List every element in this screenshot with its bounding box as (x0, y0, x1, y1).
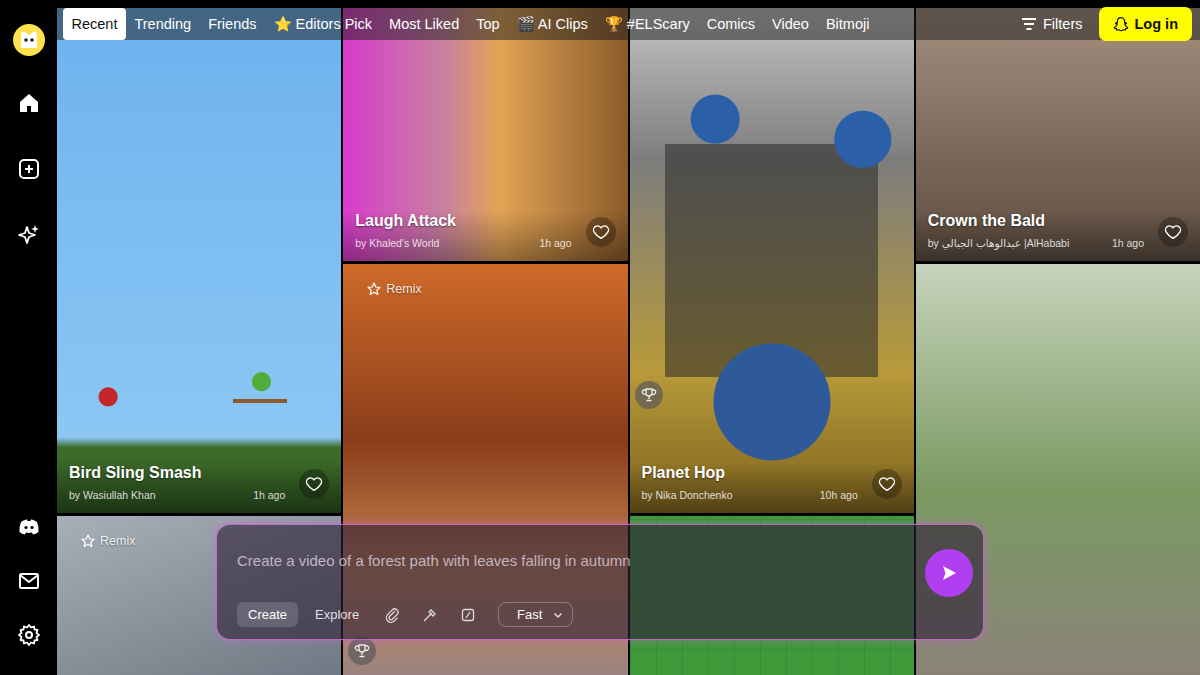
mail-icon[interactable] (17, 569, 41, 593)
tab[interactable]: Video (764, 8, 818, 40)
paperclip-icon[interactable] (376, 603, 408, 627)
card-info: Crown the Bald by عبدالوهاب الجبالي |AlHa… (916, 211, 1200, 261)
remix-label[interactable]: Remix (367, 282, 421, 296)
card-meta: by Khaled's World 1h ago (355, 237, 577, 249)
like-button[interactable] (299, 469, 329, 499)
feed-card[interactable]: Planet Hop by Nika Donchenko 10h ago (630, 8, 914, 513)
brush-icon[interactable] (414, 603, 446, 627)
card-text: Laugh Attack by Khaled's World 1h ago (355, 211, 577, 249)
card-meta: by Wasiullah Khan 1h ago (69, 489, 291, 501)
card-time: 10h ago (820, 489, 858, 501)
remix-text: Remix (100, 534, 135, 548)
star-icon (81, 534, 95, 548)
card-title[interactable]: Planet Hop (642, 463, 864, 483)
speed-label: Fast (517, 607, 542, 622)
tab[interactable]: Recent (63, 8, 126, 40)
mode-button[interactable]: Explore (304, 602, 370, 627)
speed-dropdown[interactable]: Fast (498, 602, 573, 627)
card-title[interactable]: Laugh Attack (355, 211, 577, 231)
mode-button[interactable]: Create (237, 602, 298, 627)
card-time: 1h ago (253, 489, 285, 501)
card-author[interactable]: by Nika Donchenko (642, 489, 733, 501)
trophy-badge (348, 637, 376, 665)
discord-icon[interactable] (17, 515, 41, 539)
remix-label[interactable]: Remix (81, 534, 135, 548)
card-meta: by عبدالوهاب الجبالي |AlHababi 1h ago (928, 237, 1150, 249)
tab[interactable]: Most Liked (381, 8, 468, 40)
tab[interactable]: Comics (698, 8, 763, 40)
heart-icon (878, 475, 896, 493)
heart-icon (305, 475, 323, 493)
card-text: Bird Sling Smash by Wasiullah Khan 1h ago (69, 463, 291, 501)
feed-card[interactable]: Bird Sling Smash by Wasiullah Khan 1h ago (57, 8, 341, 513)
card-text: Planet Hop by Nika Donchenko 10h ago (642, 463, 864, 501)
card-author[interactable]: by عبدالوهاب الجبالي |AlHababi (928, 237, 1070, 249)
send-icon (940, 564, 958, 582)
heart-icon (592, 223, 610, 241)
card-author[interactable]: by Wasiullah Khan (69, 489, 156, 501)
card-title[interactable]: Bird Sling Smash (69, 463, 291, 483)
tab[interactable]: Top (468, 8, 508, 40)
card-time: 1h ago (1112, 237, 1144, 249)
login-button[interactable]: Log in (1099, 7, 1193, 41)
like-button[interactable] (1158, 217, 1188, 247)
star-icon (367, 282, 381, 296)
aspect-icon[interactable] (452, 603, 484, 627)
gear-icon[interactable] (17, 623, 41, 647)
card-title[interactable]: Crown the Bald (928, 211, 1150, 231)
tab[interactable]: 🏆 #ELScary (596, 8, 698, 40)
filter-icon (1022, 18, 1036, 30)
feed-card[interactable]: Laugh Attack by Khaled's World 1h ago (343, 8, 627, 261)
tab[interactable]: Trending (126, 8, 200, 40)
sparkle-icon[interactable] (17, 223, 41, 247)
card-info: Laugh Attack by Khaled's World 1h ago (343, 211, 627, 261)
ghost-icon (1113, 16, 1129, 32)
trophy-badge (635, 381, 663, 409)
filters-button[interactable]: Filters (1006, 16, 1098, 32)
card-info: Bird Sling Smash by Wasiullah Khan 1h ago (57, 463, 341, 513)
tab[interactable]: ⭐ Editors Pick (265, 8, 381, 40)
sidebar (0, 0, 57, 675)
like-button[interactable] (586, 217, 616, 247)
tab[interactable]: Bitmoji (817, 8, 878, 40)
prompt-box: CreateExplore Fast (216, 524, 984, 640)
chevron-icon (552, 609, 564, 621)
logo-icon[interactable] (12, 23, 46, 57)
prompt-input[interactable] (235, 547, 919, 573)
trophy-icon (354, 643, 370, 659)
send-button[interactable] (925, 549, 973, 597)
remix-text: Remix (386, 282, 421, 296)
trophy-icon (641, 387, 657, 403)
home-icon[interactable] (17, 91, 41, 115)
heart-icon (1164, 223, 1182, 241)
card-text: Crown the Bald by عبدالوهاب الجبالي |AlHa… (928, 211, 1150, 249)
tab-list: RecentTrendingFriends⭐ Editors PickMost … (63, 8, 1006, 40)
card-meta: by Nika Donchenko 10h ago (642, 489, 864, 501)
card-author[interactable]: by Khaled's World (355, 237, 439, 249)
tab-bar: RecentTrendingFriends⭐ Editors PickMost … (57, 8, 1200, 40)
create-icon[interactable] (17, 157, 41, 181)
card-time: 1h ago (539, 237, 571, 249)
like-button[interactable] (872, 469, 902, 499)
tab[interactable]: 🎬 AI Clips (508, 8, 596, 40)
feed-card[interactable]: Crown the Bald by عبدالوهاب الجبالي |AlHa… (916, 8, 1200, 261)
tab[interactable]: Friends (200, 8, 265, 40)
card-info: Planet Hop by Nika Donchenko 10h ago (630, 463, 914, 513)
